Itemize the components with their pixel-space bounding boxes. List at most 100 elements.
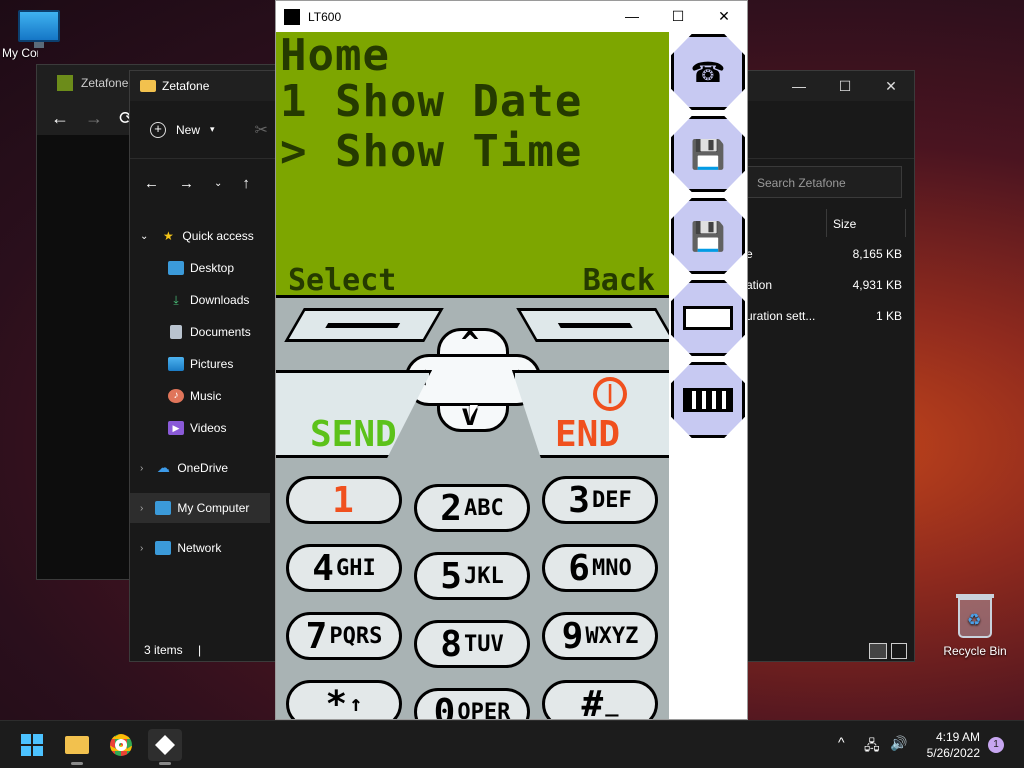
battery-full-button[interactable]	[671, 362, 745, 438]
nav-music[interactable]: ♪ Music	[130, 381, 270, 411]
battery-full-icon	[683, 388, 733, 412]
new-button[interactable]: New	[176, 123, 200, 137]
nav-label: Pictures	[190, 357, 234, 371]
folder-icon	[140, 80, 156, 92]
end-button[interactable]: | END	[512, 370, 672, 458]
search-box[interactable]: Search Zetafone	[744, 166, 902, 198]
chevron-up-icon[interactable]: ^	[838, 734, 845, 750]
volume-icon[interactable]: 🔊	[890, 735, 907, 752]
key-8[interactable]: 8 TUV	[414, 620, 530, 668]
key-2[interactable]: 2 ABC	[414, 484, 530, 532]
window-controls: — ☐ ✕	[609, 8, 747, 25]
taskbar-chrome[interactable]	[104, 729, 138, 761]
save-state-button[interactable]: 💾	[671, 198, 745, 274]
nav-quick-access[interactable]: ⌄ ★ Quick access	[130, 221, 270, 251]
key-letters: MNO	[591, 555, 632, 581]
nav-my-computer[interactable]: › My Computer	[130, 493, 270, 523]
key-letters: DEF	[591, 487, 632, 513]
forward-arrow-icon[interactable]: →	[85, 108, 103, 129]
send-button[interactable]: SEND	[276, 370, 432, 458]
file-row[interactable]: e 8,165 KB	[746, 247, 902, 267]
lcd-right-softkey-label: Back	[582, 263, 655, 295]
send-label: SEND	[310, 414, 397, 455]
close-icon[interactable]: ✕	[868, 78, 914, 95]
lt600-titlebar[interactable]: LT600 — ☐ ✕	[276, 1, 747, 32]
key-9[interactable]: 9 WXYZ	[542, 612, 658, 660]
maximize-icon[interactable]: ☐	[655, 8, 701, 25]
key-6[interactable]: 6 MNO	[542, 544, 658, 592]
video-icon: ▶	[168, 421, 184, 435]
back-arrow-icon[interactable]: ←	[51, 108, 69, 129]
key-star[interactable]: * ↑	[286, 680, 402, 719]
start-button[interactable]	[15, 729, 49, 761]
dpad-up-icon[interactable]: ^	[461, 326, 479, 361]
up-arrow-icon[interactable]: ↑	[242, 175, 250, 192]
app-icon	[57, 75, 73, 91]
key-digit: 2	[440, 487, 462, 529]
nav-documents[interactable]: Documents	[130, 317, 270, 347]
chevron-down-icon: ⌄	[140, 230, 149, 242]
close-icon[interactable]: ✕	[701, 8, 747, 25]
key-letters: _	[605, 691, 619, 717]
clock-date: 5/26/2022	[926, 746, 980, 760]
plus-circle-icon: +	[150, 121, 166, 138]
file-name: uration sett...	[746, 309, 816, 323]
key-4[interactable]: 4 GHI	[286, 544, 402, 592]
chevron-down-icon[interactable]: ⌄	[214, 178, 222, 189]
taskbar-file-explorer[interactable]	[60, 729, 94, 765]
nav-label: Documents	[190, 325, 251, 339]
key-digit: 5	[440, 555, 462, 597]
app-logo-icon	[284, 8, 300, 25]
minimize-icon[interactable]: —	[776, 78, 822, 95]
file-row[interactable]: ation 4,931 KB	[746, 278, 902, 298]
end-label: END	[555, 414, 621, 455]
battery-empty-button[interactable]	[671, 280, 745, 356]
window-controls: — ☐ ✕	[776, 78, 914, 95]
chrome-icon	[110, 734, 132, 756]
nav-onedrive[interactable]: › ☁ OneDrive	[130, 453, 270, 483]
desktop-icon-label: My Computer	[2, 46, 38, 60]
key-digit: 6	[568, 547, 590, 589]
nav-desktop[interactable]: Desktop	[130, 253, 270, 283]
nav-downloads[interactable]: ⤓ Downloads	[130, 285, 270, 315]
picture-icon	[168, 357, 184, 371]
nav-videos[interactable]: ▶ Videos	[130, 413, 270, 443]
network-tray-icon[interactable]: 🖧	[864, 735, 880, 759]
floppy-load-icon: 💾	[690, 138, 726, 170]
back-arrow-icon[interactable]: ←	[144, 175, 159, 192]
nav-label: Music	[190, 389, 222, 403]
app-logo-icon	[155, 735, 175, 755]
key-3[interactable]: 3 DEF	[542, 476, 658, 524]
settings-tool-button[interactable]: ☎	[671, 34, 745, 110]
key-hash[interactable]: # _	[542, 680, 658, 720]
search-input[interactable]: Search Zetafone	[757, 176, 846, 190]
key-digit: 3	[568, 479, 590, 521]
clock[interactable]: 4:19 AM 5/26/2022	[918, 729, 980, 761]
key-7[interactable]: 7 PQRS	[286, 612, 402, 660]
file-row[interactable]: uration sett... 1 KB	[746, 309, 902, 329]
taskbar-lt600[interactable]	[148, 729, 182, 765]
desktop-icon-my-computer[interactable]: My Computer	[2, 10, 76, 60]
cut-icon[interactable]: ✂	[255, 120, 268, 140]
notification-badge[interactable]: 1	[988, 737, 1004, 753]
key-0[interactable]: 0 OPER	[414, 688, 530, 720]
load-state-button[interactable]: 💾	[671, 116, 745, 192]
key-digit: 0	[433, 691, 456, 720]
size-column-header[interactable]: Size	[826, 209, 906, 237]
desktop-icon-recycle-bin[interactable]: ♻ Recycle Bin	[938, 594, 1012, 658]
desktop-icon-label: Recycle Bin	[943, 644, 1007, 658]
lt600-window[interactable]: LT600 — ☐ ✕ Home 1 Show Date > Show Time…	[275, 0, 748, 720]
key-5[interactable]: 5 JKL	[414, 552, 530, 600]
chevron-down-icon: ▾	[210, 124, 215, 134]
power-icon: |	[593, 377, 627, 411]
minimize-icon[interactable]: —	[609, 8, 655, 25]
details-view-icon[interactable]	[869, 643, 887, 659]
key-letters: ABC	[463, 495, 504, 521]
nav-network[interactable]: › Network	[130, 533, 270, 563]
key-1[interactable]: 1	[286, 476, 402, 524]
maximize-icon[interactable]: ☐	[822, 78, 868, 95]
key-digit: #	[581, 683, 604, 720]
forward-arrow-icon[interactable]: →	[179, 175, 194, 192]
nav-pictures[interactable]: Pictures	[130, 349, 270, 379]
tiles-view-icon[interactable]	[891, 643, 907, 659]
